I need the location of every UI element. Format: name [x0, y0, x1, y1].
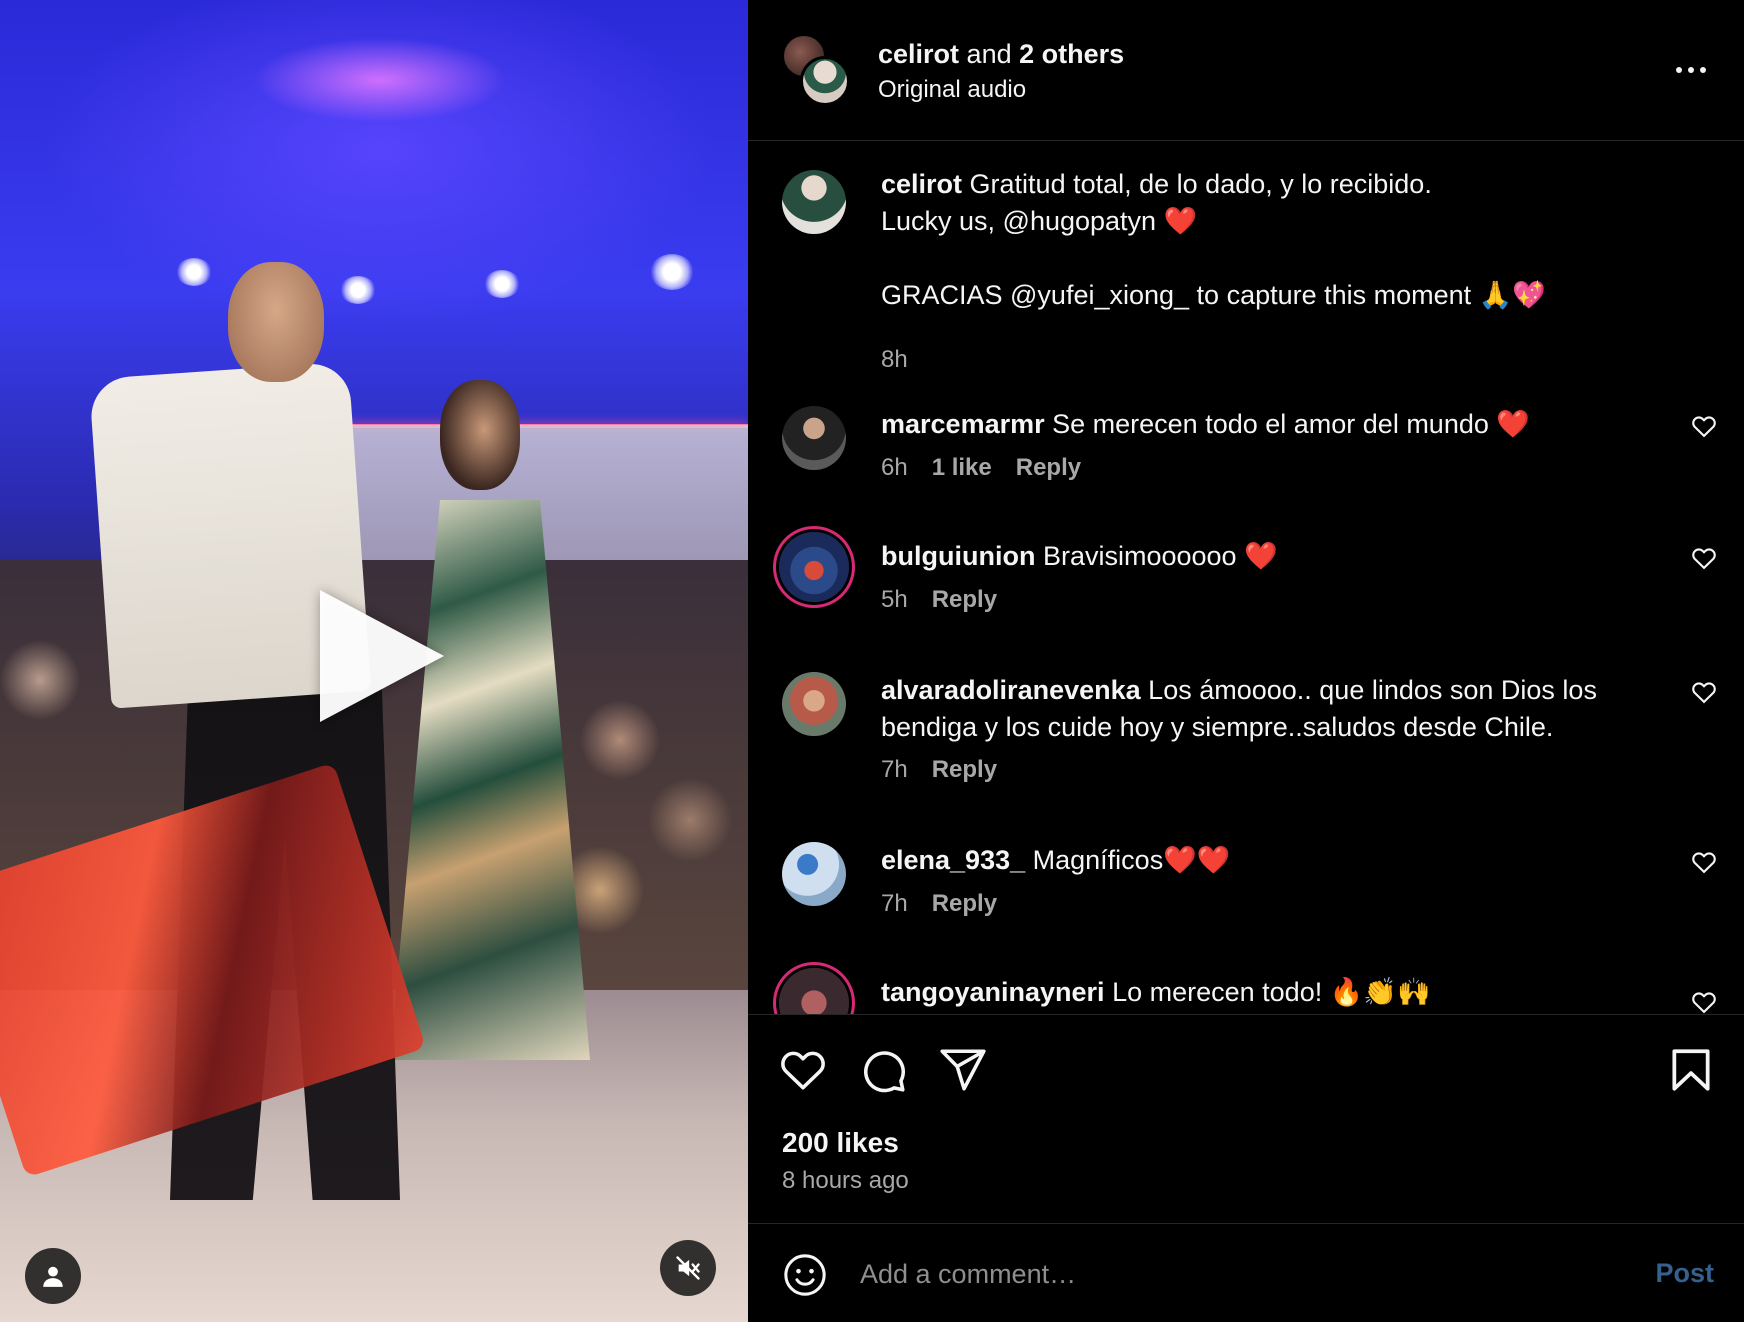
post-header: celirot and 2 others Original audio — [748, 0, 1744, 141]
comment-meta: 7h Reply — [881, 756, 997, 784]
audio-link[interactable]: Original audio — [878, 76, 1026, 104]
share-icon[interactable] — [938, 1045, 988, 1095]
emoji-icon[interactable] — [782, 1252, 828, 1298]
timestamp[interactable]: 7h — [881, 890, 908, 918]
comment-input[interactable] — [860, 1246, 1580, 1302]
post-actions: 200 likes 8 hours ago — [748, 1014, 1744, 1224]
stage-light — [650, 254, 694, 290]
others-link[interactable]: 2 others — [1019, 39, 1124, 69]
reply-button[interactable]: Reply — [1016, 454, 1081, 482]
heart-icon[interactable] — [1690, 848, 1718, 876]
tagged-users-button[interactable] — [25, 1248, 81, 1304]
caption-line-2: Lucky us, @hugopatyn ❤️ — [881, 206, 1198, 236]
comment-username[interactable]: elena_933_ — [881, 845, 1025, 875]
reply-button[interactable]: Reply — [932, 756, 997, 784]
comment-username[interactable]: bulguiunion — [881, 541, 1035, 571]
heart-icon[interactable] — [778, 1045, 828, 1095]
post-side-panel: celirot and 2 others Original audio celi… — [748, 0, 1744, 1322]
avatar[interactable] — [782, 170, 846, 234]
comment-text: Magníficos❤️❤️ — [1032, 845, 1231, 875]
post-time: 8 hours ago — [782, 1167, 909, 1194]
comment-text: Lo merecen todo! 🔥👏🙌 — [1112, 977, 1431, 1007]
stage-light — [176, 258, 212, 286]
avatar[interactable] — [782, 406, 846, 470]
comment-meta: 6h 1 like Reply — [881, 454, 1081, 482]
caption-username[interactable]: celirot — [881, 169, 962, 199]
dancer-woman-head — [440, 380, 520, 490]
play-icon[interactable] — [320, 590, 444, 722]
dancer-man-head — [228, 262, 324, 382]
stage-light — [484, 270, 520, 298]
timestamp[interactable]: 7h — [881, 756, 908, 784]
comment-meta: 5h Reply — [881, 586, 997, 614]
avatar[interactable] — [782, 842, 846, 906]
timestamp[interactable]: 5h — [881, 586, 908, 614]
speaker-muted-icon — [676, 1256, 700, 1280]
timestamp[interactable]: 6h — [881, 454, 908, 482]
timestamp[interactable]: 8h — [881, 346, 908, 374]
avatar[interactable] — [779, 968, 849, 1014]
owners-conjunction: and — [966, 39, 1012, 69]
likes-count[interactable]: 200 likes — [782, 1127, 899, 1159]
avatar[interactable] — [779, 532, 849, 602]
reply-button[interactable]: Reply — [932, 890, 997, 918]
stage-light — [340, 276, 376, 304]
mute-toggle-button[interactable] — [660, 1240, 716, 1296]
comment-username[interactable]: marcemarmr — [881, 409, 1045, 439]
comment-text: Bravisimoooooo ❤️ — [1042, 541, 1278, 571]
more-options-button[interactable] — [1668, 52, 1714, 88]
avatar — [800, 56, 850, 106]
bookmark-icon[interactable] — [1666, 1045, 1716, 1095]
more-horizontal-icon — [1676, 67, 1682, 73]
comment-username[interactable]: alvaradoliranevenka — [881, 675, 1141, 705]
post-button[interactable]: Post — [1655, 1258, 1714, 1289]
caption-line-1: Gratitud total, de lo dado, y lo recibid… — [969, 169, 1432, 199]
caption-line-3: GRACIAS @yufei_xiong_ to capture this mo… — [881, 280, 1546, 310]
comment-meta: 7h Reply — [881, 890, 997, 918]
heart-icon[interactable] — [1690, 544, 1718, 572]
user-icon — [43, 1266, 63, 1287]
reel-video[interactable] — [0, 0, 748, 1322]
heart-icon[interactable] — [1690, 678, 1718, 706]
caption-meta: 8h — [881, 346, 908, 374]
comment-composer: Post — [748, 1224, 1744, 1322]
comment-icon[interactable] — [858, 1045, 908, 1095]
collab-avatars[interactable] — [782, 34, 852, 106]
heart-icon[interactable] — [1690, 988, 1718, 1014]
comment-text: Se merecen todo el amor del mundo ❤️ — [1052, 409, 1530, 439]
comment-username[interactable]: tangoyaninayneri — [881, 977, 1105, 1007]
owner-username[interactable]: celirot — [878, 39, 959, 69]
comments-list[interactable]: celirot Gratitud total, de lo dado, y lo… — [748, 142, 1744, 1014]
reply-button[interactable]: Reply — [932, 586, 997, 614]
post-owners[interactable]: celirot and 2 others — [878, 38, 1124, 70]
heart-icon[interactable] — [1690, 412, 1718, 440]
avatar[interactable] — [782, 672, 846, 736]
likes-count[interactable]: 1 like — [932, 454, 992, 482]
